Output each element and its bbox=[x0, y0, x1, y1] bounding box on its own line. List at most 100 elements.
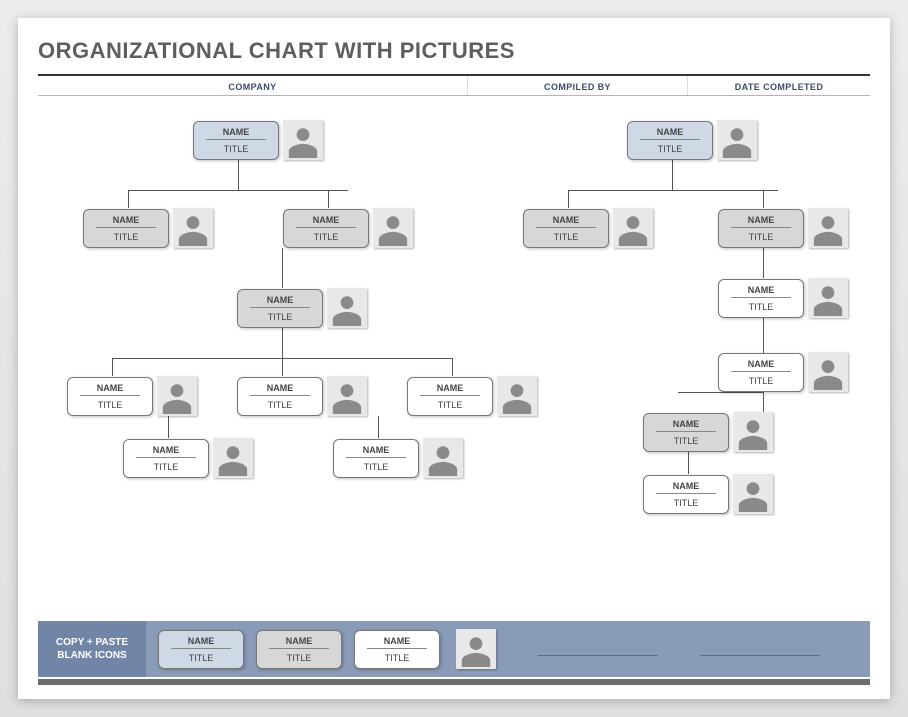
name: NAME bbox=[420, 383, 480, 396]
name: NAME bbox=[96, 215, 156, 228]
card: NAME TITLE bbox=[718, 209, 804, 248]
card: NAME TITLE bbox=[718, 353, 804, 392]
title: TITLE bbox=[74, 398, 146, 410]
blank-card-white[interactable]: NAME TITLE bbox=[354, 630, 440, 669]
name: NAME bbox=[367, 636, 427, 649]
avatar-placeholder-icon bbox=[327, 288, 367, 328]
node-right-l5[interactable]: NAME TITLE bbox=[643, 474, 773, 514]
card: NAME TITLE bbox=[237, 377, 323, 416]
name: NAME bbox=[731, 359, 791, 372]
connector bbox=[378, 416, 379, 438]
connector bbox=[112, 358, 113, 376]
title: TITLE bbox=[634, 142, 706, 154]
title: TITLE bbox=[650, 434, 722, 446]
node-left-l2a[interactable]: NAME TITLE bbox=[83, 208, 213, 248]
node-right-l4[interactable]: NAME TITLE bbox=[643, 412, 773, 452]
node-left-l5b[interactable]: NAME TITLE bbox=[333, 438, 463, 478]
connector bbox=[678, 392, 763, 393]
connector bbox=[128, 190, 348, 191]
node-left-l4a[interactable]: NAME TITLE bbox=[67, 376, 197, 416]
card: NAME TITLE bbox=[193, 121, 279, 160]
connector bbox=[763, 190, 764, 208]
placeholder-line bbox=[700, 642, 820, 656]
org-chart-canvas: NAME TITLE NAME TITLE NAME TITLE NAME TI… bbox=[38, 96, 870, 566]
avatar-placeholder-icon bbox=[373, 208, 413, 248]
title: TITLE bbox=[244, 310, 316, 322]
page-title: ORGANIZATIONAL CHART WITH PICTURES bbox=[38, 38, 870, 64]
node-left-l2b[interactable]: NAME TITLE bbox=[283, 208, 413, 248]
title: TITLE bbox=[725, 230, 797, 242]
footer-blank-icons: COPY + PASTE BLANK ICONS NAME TITLE NAME… bbox=[38, 621, 870, 677]
avatar-placeholder-icon bbox=[808, 352, 848, 392]
template-sheet: ORGANIZATIONAL CHART WITH PICTURES COMPA… bbox=[18, 18, 890, 699]
title: TITLE bbox=[200, 142, 272, 154]
title: TITLE bbox=[361, 651, 433, 663]
card: NAME TITLE bbox=[407, 377, 493, 416]
name: NAME bbox=[250, 383, 310, 396]
blank-card-grey[interactable]: NAME TITLE bbox=[256, 630, 342, 669]
header-date-completed: DATE COMPLETED bbox=[688, 76, 870, 95]
avatar-placeholder-icon bbox=[808, 208, 848, 248]
node-left-l5a[interactable]: NAME TITLE bbox=[123, 438, 253, 478]
footer-items: NAME TITLE NAME TITLE NAME TITLE bbox=[146, 629, 820, 669]
name: NAME bbox=[296, 215, 356, 228]
node-right-l2a[interactable]: NAME TITLE bbox=[523, 208, 653, 248]
card: NAME TITLE bbox=[643, 413, 729, 452]
name: NAME bbox=[136, 445, 196, 458]
blank-avatar-icon[interactable] bbox=[456, 629, 496, 669]
connector bbox=[328, 190, 329, 208]
node-right-l3b[interactable]: NAME TITLE bbox=[718, 352, 848, 392]
avatar-placeholder-icon bbox=[157, 376, 197, 416]
name: NAME bbox=[250, 295, 310, 308]
node-left-top[interactable]: NAME TITLE bbox=[193, 120, 323, 160]
node-left-l3[interactable]: NAME TITLE bbox=[237, 288, 367, 328]
card: NAME TITLE bbox=[237, 289, 323, 328]
title: TITLE bbox=[263, 651, 335, 663]
node-right-l2b[interactable]: NAME TITLE bbox=[718, 208, 848, 248]
name: NAME bbox=[80, 383, 140, 396]
avatar-placeholder-icon bbox=[497, 376, 537, 416]
node-left-l4b[interactable]: NAME TITLE bbox=[237, 376, 367, 416]
node-right-l3[interactable]: NAME TITLE bbox=[718, 278, 848, 318]
title: TITLE bbox=[530, 230, 602, 242]
name: NAME bbox=[731, 215, 791, 228]
connector bbox=[568, 190, 569, 208]
title: TITLE bbox=[90, 230, 162, 242]
card: NAME TITLE bbox=[643, 475, 729, 514]
connector bbox=[763, 392, 764, 412]
node-left-l4c[interactable]: NAME TITLE bbox=[407, 376, 537, 416]
name: NAME bbox=[656, 419, 716, 432]
avatar-placeholder-icon bbox=[283, 120, 323, 160]
connector bbox=[672, 160, 673, 190]
placeholder-line bbox=[538, 642, 658, 656]
connector bbox=[168, 416, 169, 438]
connector bbox=[452, 358, 453, 376]
connector bbox=[238, 160, 239, 190]
avatar-placeholder-icon bbox=[213, 438, 253, 478]
card: NAME TITLE bbox=[83, 209, 169, 248]
avatar-placeholder-icon bbox=[733, 474, 773, 514]
bottom-accent-bar bbox=[38, 679, 870, 685]
connector bbox=[282, 248, 283, 288]
name: NAME bbox=[171, 636, 231, 649]
title: TITLE bbox=[290, 230, 362, 242]
card: NAME TITLE bbox=[333, 439, 419, 478]
name: NAME bbox=[731, 285, 791, 298]
connector bbox=[128, 190, 129, 208]
connector bbox=[568, 190, 778, 191]
card: NAME TITLE bbox=[283, 209, 369, 248]
card: NAME TITLE bbox=[718, 279, 804, 318]
title: TITLE bbox=[244, 398, 316, 410]
name: NAME bbox=[346, 445, 406, 458]
card: NAME TITLE bbox=[67, 377, 153, 416]
connector bbox=[282, 358, 283, 376]
title: TITLE bbox=[340, 460, 412, 472]
avatar-placeholder-icon bbox=[808, 278, 848, 318]
title: TITLE bbox=[650, 496, 722, 508]
card: NAME TITLE bbox=[123, 439, 209, 478]
name: NAME bbox=[536, 215, 596, 228]
card: NAME TITLE bbox=[627, 121, 713, 160]
node-right-top[interactable]: NAME TITLE bbox=[627, 120, 757, 160]
blank-card-blue[interactable]: NAME TITLE bbox=[158, 630, 244, 669]
title: TITLE bbox=[414, 398, 486, 410]
